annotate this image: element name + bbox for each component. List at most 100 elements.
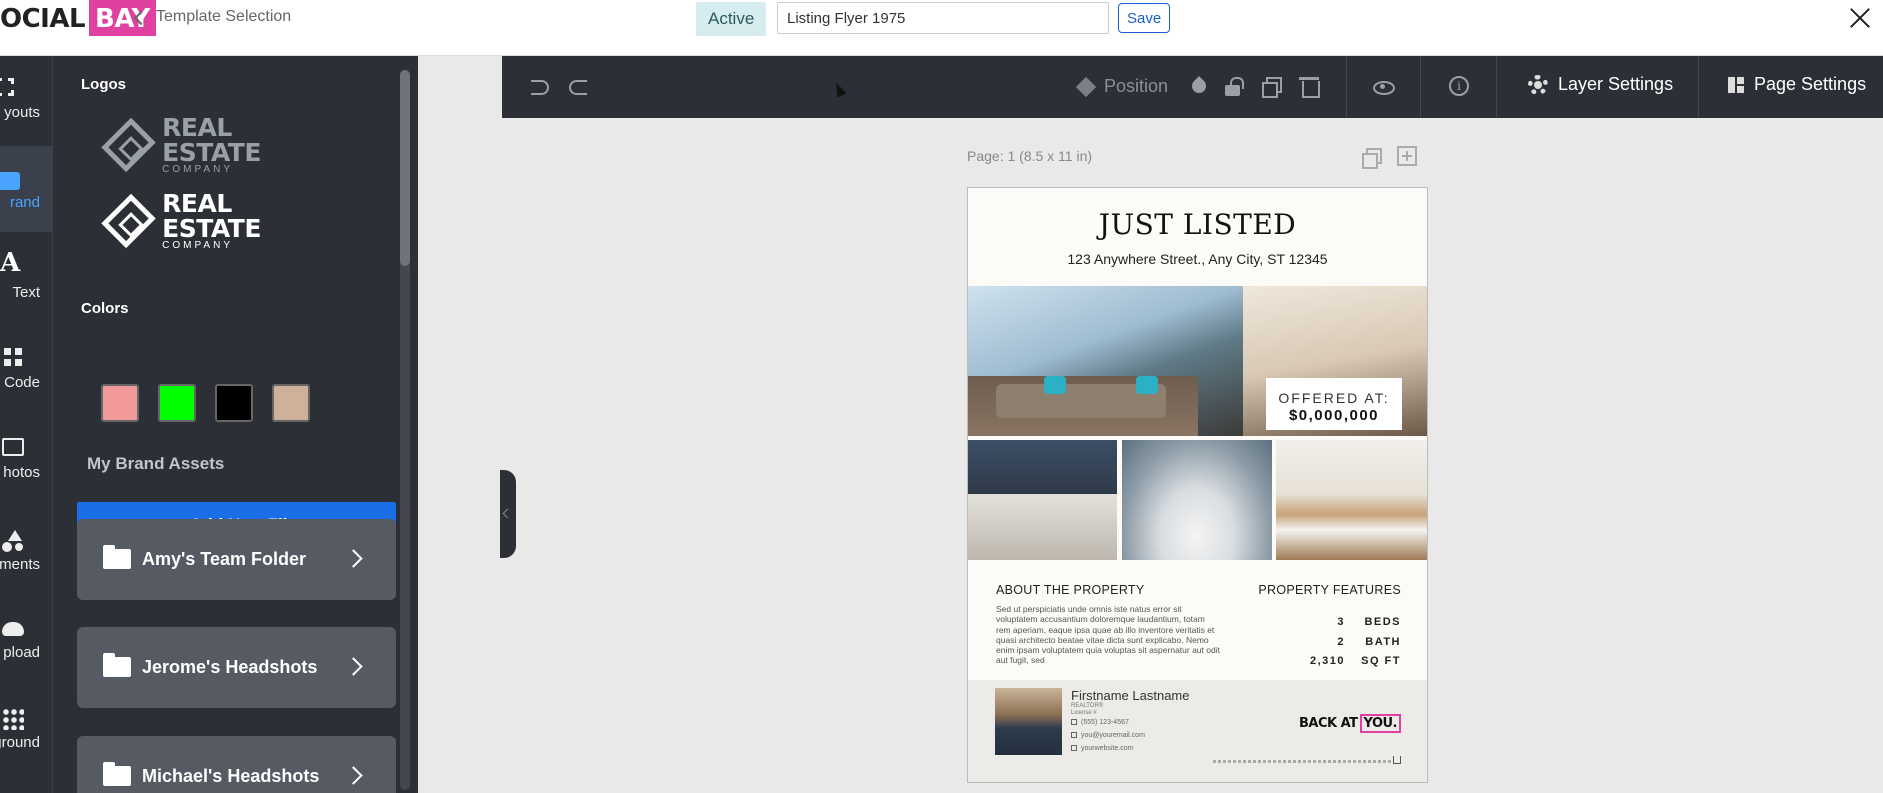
page-layout-icon xyxy=(1728,76,1744,93)
rail-item-label: t Code xyxy=(0,374,40,391)
feature-unit: BATH xyxy=(1365,636,1401,648)
brand-assets-title: My Brand Assets xyxy=(87,454,225,473)
trash-icon[interactable] xyxy=(1298,75,1320,98)
shapes-icon xyxy=(2,530,24,552)
rail-item-photos[interactable]: hotos xyxy=(0,416,52,502)
eye-icon[interactable] xyxy=(1372,75,1395,97)
briefcase-icon xyxy=(0,172,20,190)
brand-logo-grey[interactable]: REAL ESTATE COMPANY xyxy=(101,115,301,175)
rail-item-layouts[interactable]: youts xyxy=(0,56,52,142)
status-badge: Active xyxy=(696,2,767,36)
rail-item-background[interactable]: kground xyxy=(0,686,52,772)
color-swatch[interactable] xyxy=(272,384,310,422)
folder-name: Jerome's Headshots xyxy=(142,657,318,677)
brokerage-logo[interactable]: BACK AT YOU. xyxy=(1299,714,1401,733)
duplicate-icon[interactable] xyxy=(1260,75,1282,98)
flyer-address[interactable]: 123 Anywhere Street., Any City, ST 12345 xyxy=(968,251,1427,267)
feature-row[interactable]: 2,310 SQ FT xyxy=(1310,655,1401,667)
kitchen-photo[interactable] xyxy=(1276,440,1427,560)
panel-scrollbar[interactable] xyxy=(400,70,410,790)
toolbar-divider xyxy=(1420,56,1421,118)
rail-item-label: kground xyxy=(0,734,40,751)
folder-item[interactable]: Amy's Team Folder xyxy=(77,519,396,600)
flyer-page[interactable]: JUST LISTED 123 Anywhere Street., Any Ci… xyxy=(967,187,1428,783)
color-swatch[interactable] xyxy=(101,384,139,422)
bedroom-photo[interactable] xyxy=(968,440,1117,560)
feature-num: 3 xyxy=(1337,616,1345,628)
qr-code-icon xyxy=(4,348,22,366)
folder-item[interactable]: Michael's Headshots xyxy=(77,736,396,793)
chevron-left-icon xyxy=(133,10,149,25)
features-heading[interactable]: PROPERTY FEATURES xyxy=(1258,583,1401,597)
page-settings-button[interactable]: Page Settings xyxy=(1728,74,1866,95)
rail-item-upload[interactable]: pload xyxy=(0,596,52,682)
top-bar: OCIAL BAY Template Selection Active Save xyxy=(0,0,1883,56)
document-name-input[interactable] xyxy=(777,2,1109,34)
pillow-shape xyxy=(1044,376,1066,394)
app-logo[interactable]: OCIAL BAY xyxy=(0,0,156,36)
offer-box[interactable]: OFFERED AT: $0,000,000 xyxy=(1266,378,1402,430)
opacity-drop-icon[interactable] xyxy=(1188,75,1210,97)
upload-cloud-icon xyxy=(2,622,24,636)
offer-price: $0,000,000 xyxy=(1288,407,1380,424)
add-page-icon[interactable] xyxy=(1397,146,1417,166)
panel-collapse-handle[interactable] xyxy=(500,470,516,558)
about-heading[interactable]: ABOUT THE PROPERTY xyxy=(996,583,1145,597)
expand-icon xyxy=(0,78,14,96)
save-button[interactable]: Save xyxy=(1118,3,1171,33)
agent-license: License # xyxy=(1071,710,1097,716)
close-icon[interactable] xyxy=(1849,7,1871,29)
about-text[interactable]: Sed ut perspiciatis unde omnis iste natu… xyxy=(996,604,1221,666)
flyer-title[interactable]: JUST LISTED xyxy=(968,208,1427,241)
image-icon xyxy=(2,438,24,456)
layer-settings-button[interactable]: Layer Settings xyxy=(1528,74,1673,95)
rail-item-elements[interactable]: ements xyxy=(0,508,52,594)
layer-settings-label: Layer Settings xyxy=(1558,74,1674,94)
logo-sub: COMPANY xyxy=(162,240,233,251)
logo-wordmark: REAL ESTATE COMPANY xyxy=(162,115,301,175)
rail-item-text[interactable]: A Text xyxy=(0,236,52,322)
disclaimer-fine-print xyxy=(1213,760,1393,763)
redo-icon[interactable] xyxy=(566,75,588,97)
agent-title: REALTOR® xyxy=(1071,703,1104,709)
dots-grid-icon xyxy=(2,708,24,730)
feature-num: 2,310 xyxy=(1309,655,1345,667)
info-icon[interactable] xyxy=(1448,75,1470,97)
text-icon: A xyxy=(0,248,21,278)
rail-item-brand[interactable]: rand xyxy=(0,146,52,232)
scrollbar-thumb[interactable] xyxy=(400,70,410,266)
folder-icon xyxy=(103,545,131,569)
agent-email: you@youremail.com xyxy=(1081,732,1145,739)
tool-rail: youts rand A Text t Code hotos ements pl… xyxy=(0,56,52,793)
brand-logo-white[interactable]: REAL ESTATE COMPANY xyxy=(101,191,301,251)
rail-item-label: hotos xyxy=(3,464,40,481)
color-swatch[interactable] xyxy=(215,384,253,422)
rail-item-qr-code[interactable]: t Code xyxy=(0,326,52,412)
agent-name[interactable]: Firstname Lastname xyxy=(1071,688,1190,703)
folder-item[interactable]: Jerome's Headshots xyxy=(77,627,396,708)
bathroom-photo[interactable] xyxy=(1122,440,1272,560)
logos-title: Logos xyxy=(81,76,126,93)
toolbar-divider xyxy=(1698,56,1699,118)
feature-row[interactable]: 2 BATH xyxy=(1337,636,1401,648)
color-swatch[interactable] xyxy=(158,384,196,422)
layers-icon xyxy=(1075,76,1097,97)
house-diamond-icon xyxy=(101,117,156,173)
position-label: Position xyxy=(1104,76,1169,96)
house-diamond-icon xyxy=(101,193,156,249)
chevron-right-icon xyxy=(344,657,363,676)
folder-name: Michael's Headshots xyxy=(142,766,320,786)
logo-sub: COMPANY xyxy=(162,164,233,175)
agent-footer[interactable]: Firstname Lastname REALTOR® License # (5… xyxy=(968,680,1427,782)
undo-icon[interactable] xyxy=(528,75,550,97)
editor-toolbar: Position Layer Settings Page Settings xyxy=(502,56,1883,118)
back-to-template-selection[interactable]: Template Selection xyxy=(133,8,291,26)
agent-website-line: yourwebsite.com xyxy=(1071,745,1134,752)
feature-row[interactable]: 3 BEDS xyxy=(1337,616,1401,628)
toolbar-divider xyxy=(1346,56,1347,118)
duplicate-page-icon[interactable] xyxy=(1360,146,1382,169)
position-button[interactable]: Position xyxy=(1075,76,1169,97)
unlock-icon[interactable] xyxy=(1222,75,1244,97)
rail-item-label: rand xyxy=(9,194,40,211)
agent-headshot[interactable] xyxy=(995,688,1062,755)
